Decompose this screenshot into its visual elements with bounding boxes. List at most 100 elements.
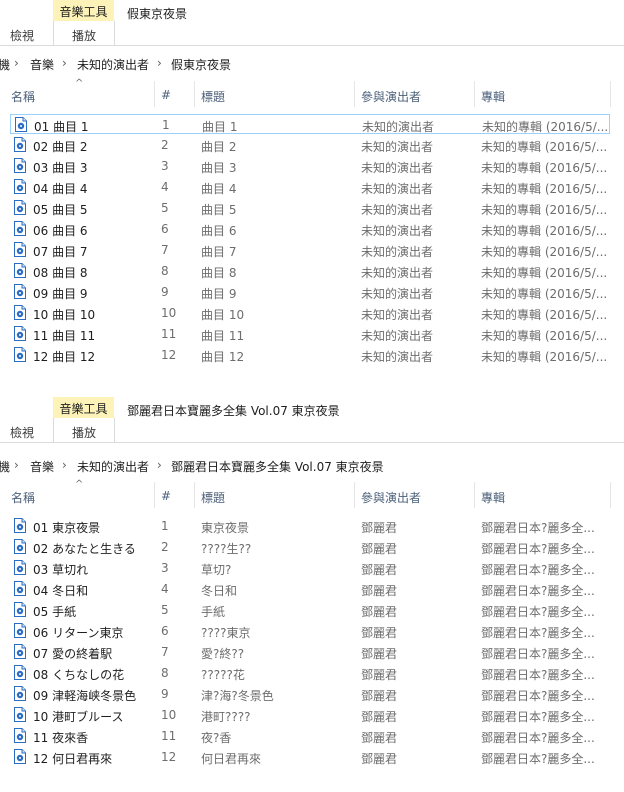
- column-divider[interactable]: [194, 81, 195, 107]
- tab-view[interactable]: 檢視: [10, 27, 34, 44]
- track-number: 1: [162, 118, 170, 132]
- breadcrumb-item-pc[interactable]: 機: [0, 458, 10, 475]
- file-row[interactable]: 08 曲目 8 8 曲目 8 未知的演出者 未知的專輯 (2016/5/...: [10, 261, 610, 281]
- track-artist: 未知的演出者: [361, 287, 434, 301]
- column-title[interactable]: 標題: [201, 88, 225, 105]
- file-name: 07 愛の終着駅: [33, 647, 113, 661]
- breadcrumb-item-music[interactable]: 音樂: [30, 56, 54, 73]
- breadcrumb-item-album[interactable]: 假東京夜景: [171, 56, 231, 73]
- music-file-icon: [14, 581, 26, 596]
- file-row[interactable]: 02 あなたと生きる 2 ????生?? 鄧麗君 鄧麗君日本?麗多全...: [10, 537, 610, 557]
- file-row[interactable]: 09 津軽海峡冬景色 9 津?海?冬景色 鄧麗君 鄧麗君日本?麗多全...: [10, 684, 610, 704]
- track-album: 未知的專輯 (2016/5/...: [481, 329, 608, 343]
- column-divider[interactable]: [154, 81, 155, 107]
- track-title: 曲目 3: [201, 161, 237, 175]
- file-row[interactable]: 09 曲目 9 9 曲目 9 未知的演出者 未知的專輯 (2016/5/...: [10, 282, 610, 302]
- file-row[interactable]: 07 曲目 7 7 曲目 7 未知的演出者 未知的專輯 (2016/5/...: [10, 240, 610, 260]
- file-row[interactable]: 07 愛の終着駅 7 愛?終?? 鄧麗君 鄧麗君日本?麗多全...: [10, 642, 610, 662]
- music-file-icon: [14, 158, 26, 173]
- breadcrumb-item-album[interactable]: 鄧麗君日本寶麗多全集 Vol.07 東京夜景: [171, 458, 384, 475]
- breadcrumb-item-artist[interactable]: 未知的演出者: [77, 56, 149, 73]
- file-row[interactable]: 06 曲目 6 6 曲目 6 未知的演出者 未知的專輯 (2016/5/...: [10, 219, 610, 239]
- window-title: 鄧麗君日本寶麗多全集 Vol.07 東京夜景: [127, 404, 340, 418]
- track-title: 曲目 10: [201, 308, 245, 322]
- chevron-right-icon[interactable]: ›: [14, 56, 19, 70]
- chevron-right-icon[interactable]: ›: [157, 458, 162, 472]
- file-row[interactable]: 02 曲目 2 2 曲目 2 未知的演出者 未知的專輯 (2016/5/...: [10, 135, 610, 155]
- track-album: 未知的專輯 (2016/5/...: [481, 161, 608, 175]
- breadcrumb-item-music[interactable]: 音樂: [30, 458, 54, 475]
- music-file-icon: [14, 263, 26, 278]
- column-artist[interactable]: 參與演出者: [361, 489, 421, 506]
- column-divider[interactable]: [610, 482, 611, 508]
- track-number: 11: [161, 327, 177, 341]
- column-divider[interactable]: [474, 482, 475, 508]
- tab-play-label: 播放: [71, 426, 96, 440]
- track-album: 鄧麗君日本?麗多全...: [481, 563, 595, 577]
- file-row[interactable]: 10 港町ブルース 10 港町???? 鄧麗君 鄧麗君日本?麗多全...: [10, 705, 610, 725]
- file-row[interactable]: 11 曲目 11 11 曲目 11 未知的演出者 未知的專輯 (2016/5/...: [10, 324, 610, 344]
- file-row[interactable]: 12 何日君再來 12 何日君再來 鄧麗君 鄧麗君日本?麗多全...: [10, 747, 610, 767]
- file-row[interactable]: 04 冬日和 4 冬日和 鄧麗君 鄧麗君日本?麗多全...: [10, 579, 610, 599]
- column-number[interactable]: #: [161, 88, 171, 102]
- column-divider[interactable]: [354, 81, 355, 107]
- file-name: 11 曲目 11: [33, 329, 96, 343]
- file-row[interactable]: 05 手紙 5 手紙 鄧麗君 鄧麗君日本?麗多全...: [10, 600, 610, 620]
- track-album: 鄧麗君日本?麗多全...: [481, 605, 595, 619]
- file-name: 10 曲目 10: [33, 308, 96, 322]
- address-bar[interactable]: 機 › 音樂 › 未知的演出者 › 鄧麗君日本寶麗多全集 Vol.07 東京夜景: [0, 455, 624, 475]
- track-number: 10: [161, 306, 177, 320]
- address-bar[interactable]: 機 › 音樂 › 未知的演出者 › 假東京夜景: [0, 53, 624, 73]
- chevron-right-icon[interactable]: ›: [14, 458, 19, 472]
- track-album: 鄧麗君日本?麗多全...: [481, 689, 595, 703]
- track-number: 6: [161, 624, 169, 638]
- file-row[interactable]: 12 曲目 12 12 曲目 12 未知的演出者 未知的專輯 (2016/5/...: [10, 345, 610, 365]
- column-divider[interactable]: [154, 482, 155, 508]
- file-row[interactable]: 01 東京夜景 1 東京夜景 鄧麗君 鄧麗君日本?麗多全...: [10, 516, 610, 536]
- track-album: 鄧麗君日本?麗多全...: [481, 584, 595, 598]
- file-row[interactable]: 01 曲目 1 1 曲目 1 未知的演出者 未知的專輯 (2016/5/...: [10, 114, 610, 134]
- music-tools-label[interactable]: 音樂工具: [53, 400, 114, 417]
- tab-play[interactable]: 播放: [53, 418, 115, 442]
- column-title[interactable]: 標題: [201, 489, 225, 506]
- chevron-right-icon[interactable]: ›: [157, 56, 162, 70]
- file-row[interactable]: 08 くちなしの花 8 ?????花 鄧麗君 鄧麗君日本?麗多全...: [10, 663, 610, 683]
- tab-play[interactable]: 播放: [53, 21, 115, 45]
- file-name: 10 港町ブルース: [33, 710, 124, 724]
- music-tools-label[interactable]: 音樂工具: [53, 3, 114, 20]
- music-file-icon: [14, 305, 26, 320]
- track-album: 未知的專輯 (2016/5/...: [481, 245, 608, 259]
- file-row[interactable]: 11 夜來香 11 夜?香 鄧麗君 鄧麗君日本?麗多全...: [10, 726, 610, 746]
- file-row[interactable]: 10 曲目 10 10 曲目 10 未知的演出者 未知的專輯 (2016/5/...: [10, 303, 610, 323]
- column-number[interactable]: #: [161, 489, 171, 503]
- music-file-icon: [14, 326, 26, 341]
- chevron-right-icon[interactable]: ›: [62, 458, 67, 472]
- ribbon: 音樂工具 檢視 播放 假東京夜景: [0, 0, 624, 46]
- file-row[interactable]: 03 曲目 3 3 曲目 3 未知的演出者 未知的專輯 (2016/5/...: [10, 156, 610, 176]
- chevron-right-icon[interactable]: ›: [62, 56, 67, 70]
- column-divider[interactable]: [474, 81, 475, 107]
- file-row[interactable]: 03 草切れ 3 草切? 鄧麗君 鄧麗君日本?麗多全...: [10, 558, 610, 578]
- track-artist: 未知的演出者: [361, 266, 434, 280]
- file-row[interactable]: 04 曲目 4 4 曲目 4 未知的演出者 未知的專輯 (2016/5/...: [10, 177, 610, 197]
- track-artist: 未知的演出者: [361, 308, 434, 322]
- breadcrumb-item-pc[interactable]: 機: [0, 56, 10, 73]
- music-file-icon: [14, 707, 26, 722]
- column-name[interactable]: 名稱: [11, 489, 35, 506]
- track-artist: 鄧麗君: [361, 626, 398, 640]
- column-divider[interactable]: [610, 81, 611, 107]
- track-artist: 鄧麗君: [361, 605, 398, 619]
- tab-view[interactable]: 檢視: [10, 424, 34, 441]
- column-album[interactable]: 專輯: [481, 88, 505, 105]
- column-album[interactable]: 專輯: [481, 489, 505, 506]
- column-divider[interactable]: [354, 482, 355, 508]
- track-number: 4: [161, 582, 169, 596]
- column-name[interactable]: 名稱: [11, 88, 35, 105]
- track-album: 鄧麗君日本?麗多全...: [481, 626, 595, 640]
- breadcrumb-item-artist[interactable]: 未知的演出者: [77, 458, 149, 475]
- file-row[interactable]: 06 リターン東京 6 ????東京 鄧麗君 鄧麗君日本?麗多全...: [10, 621, 610, 641]
- column-divider[interactable]: [194, 482, 195, 508]
- file-row[interactable]: 05 曲目 5 5 曲目 5 未知的演出者 未知的專輯 (2016/5/...: [10, 198, 610, 218]
- track-number: 12: [161, 750, 177, 764]
- column-artist[interactable]: 參與演出者: [361, 88, 421, 105]
